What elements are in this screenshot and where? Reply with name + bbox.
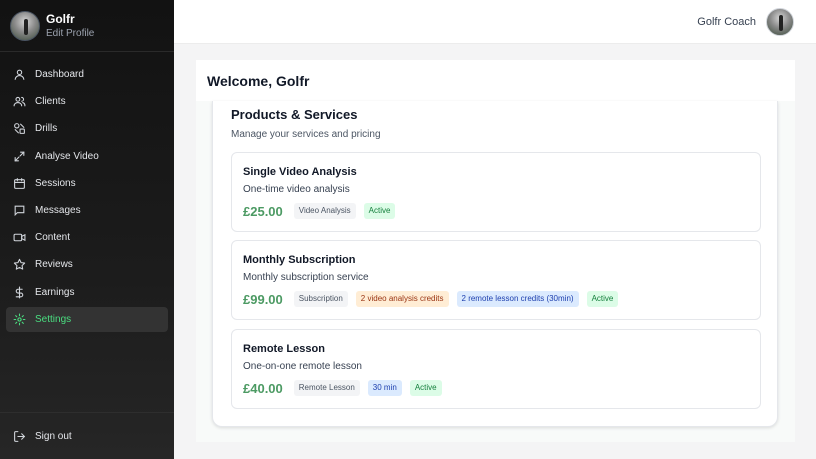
sidebar-nav: Dashboard Clients Drills Analyse Video S… [6,62,168,334]
dollar-icon [13,286,26,299]
product-price: £40.00 [243,380,283,396]
user-icon [13,68,26,81]
avatar[interactable] [10,11,40,41]
sidebar-item-label: Drills [35,123,58,135]
page-title: Welcome, Golfr [207,73,310,89]
product-card[interactable]: Remote Lesson One-on-one remote lesson £… [231,329,761,409]
users-icon [13,95,26,108]
product-name: Single Video Analysis [243,166,357,178]
sidebar-item-messages[interactable]: Messages [6,198,168,223]
product-meta-row: £40.00 Remote Lesson 30 min Active [243,380,442,396]
sidebar-item-label: Dashboard [35,69,84,80]
sidebar-item-label: Settings [35,313,72,325]
status-badge: Active [363,203,396,219]
product-name: Remote Lesson [243,343,325,355]
product-price: £99.00 [243,291,283,307]
products-services-card: Products & Services Manage your services… [212,101,778,427]
sidebar: Golfr Edit Profile Dashboard Clients Dri… [0,0,174,459]
sidebar-item-drills[interactable]: Drills [6,116,168,141]
logout-icon [13,430,26,443]
section-subtitle: Manage your services and pricing [231,129,381,140]
shapes-icon [13,122,26,135]
sidebar-item-analyse-video[interactable]: Analyse Video [6,144,168,169]
top-bar: Golfr Coach [174,0,816,44]
main-content: Welcome, Golfr Products & Services Manag… [196,60,795,442]
sidebar-item-dashboard[interactable]: Dashboard [6,62,168,87]
sidebar-item-label: Sessions [35,177,76,189]
sidebar-item-earnings[interactable]: Earnings [6,280,168,305]
product-meta-row: £99.00 Subscription 2 video analysis cre… [243,291,619,307]
sidebar-item-label: Analyse Video [35,150,99,162]
product-name: Monthly Subscription [243,254,356,266]
product-meta-row: £25.00 Video Analysis Active [243,203,396,219]
sidebar-item-settings[interactable]: Settings [6,306,168,332]
expand-icon [13,150,26,163]
gear-icon [13,313,26,326]
product-price: £25.00 [243,203,283,219]
coach-name: Golfr Coach [697,16,756,28]
product-card[interactable]: Single Video Analysis One-time video ana… [231,152,761,232]
welcome-bar: Welcome, Golfr [196,60,795,101]
sidebar-item-label: Clients [35,96,66,108]
product-card[interactable]: Monthly Subscription Monthly subscriptio… [231,240,761,320]
sidebar-footer: Sign out [0,412,174,459]
video-icon [13,231,26,244]
calendar-icon [13,177,26,190]
chat-icon [13,204,26,217]
star-icon [13,258,26,271]
sign-out-label: Sign out [35,431,72,442]
section-title: Products & Services [231,107,358,122]
credits-badge: 2 video analysis credits [355,291,449,307]
edit-profile-link[interactable]: Edit Profile [46,28,94,39]
product-description: One-time video analysis [243,184,350,195]
credits-badge: 2 remote lesson credits (30min) [456,291,579,307]
sidebar-item-label: Content [35,232,71,244]
product-description: One-on-one remote lesson [243,361,362,372]
sidebar-item-label: Earnings [35,286,75,298]
type-badge: Video Analysis [293,203,356,219]
sidebar-item-content[interactable]: Content [6,225,168,250]
sidebar-item-sessions[interactable]: Sessions [6,171,168,196]
sign-out-button[interactable]: Sign out [6,424,168,449]
type-badge: Subscription [293,291,348,307]
sidebar-item-reviews[interactable]: Reviews [6,252,168,277]
sidebar-item-clients[interactable]: Clients [6,89,168,114]
coach-avatar[interactable] [766,8,794,36]
product-description: Monthly subscription service [243,272,369,283]
user-name: Golfr [46,12,75,26]
sidebar-item-label: Messages [35,204,81,216]
duration-badge: 30 min [367,380,402,396]
profile-section: Golfr Edit Profile [0,0,174,52]
status-badge: Active [586,291,619,307]
sidebar-item-label: Reviews [35,259,73,271]
type-badge: Remote Lesson [293,380,360,396]
status-badge: Active [409,380,442,396]
